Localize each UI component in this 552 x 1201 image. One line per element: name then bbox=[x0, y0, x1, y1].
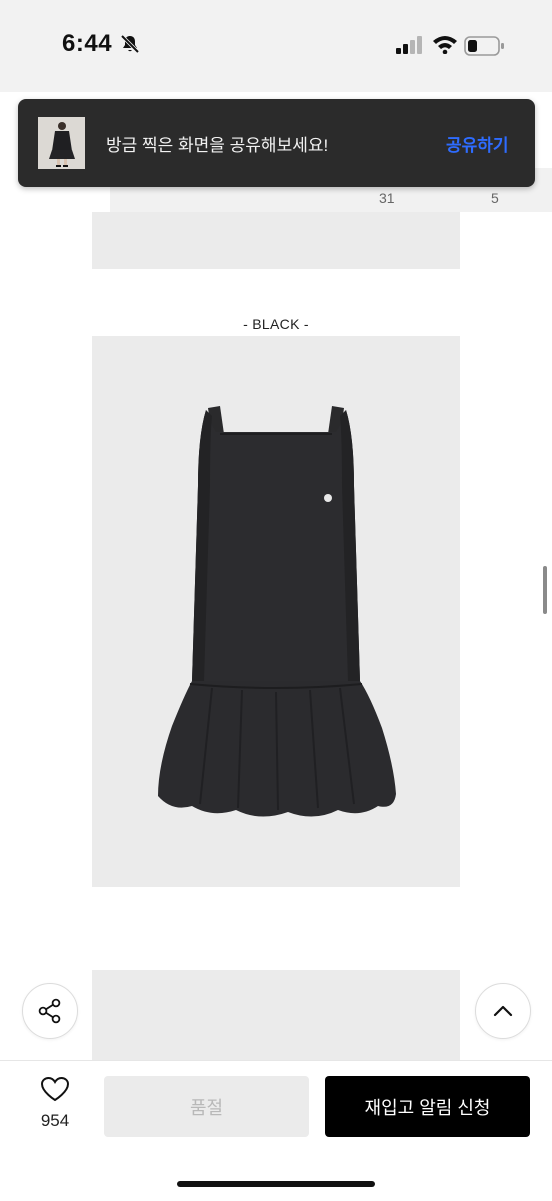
status-bar: 6:44 bbox=[0, 0, 552, 92]
share-icon bbox=[38, 998, 61, 1024]
heart-icon bbox=[40, 1076, 70, 1102]
thumbnail-image bbox=[38, 117, 85, 169]
share-button[interactable] bbox=[22, 983, 78, 1039]
bell-muted-icon bbox=[120, 34, 140, 54]
restock-alert-button[interactable]: 재입고 알림 신청 bbox=[325, 1076, 530, 1137]
size-table-cell: 5 bbox=[491, 190, 499, 206]
scrollbar[interactable] bbox=[543, 566, 547, 614]
toast-share-button[interactable]: 공유하기 bbox=[446, 131, 509, 156]
wifi-icon bbox=[433, 36, 457, 54]
image-placeholder bbox=[92, 212, 460, 269]
like-button[interactable]: 954 bbox=[24, 1076, 86, 1131]
signal-icon bbox=[396, 36, 422, 54]
status-time: 6:44 bbox=[62, 30, 113, 57]
chevron-up-icon bbox=[493, 1005, 513, 1017]
toast-message: 방금 찍은 화면을 공유해보세요! bbox=[106, 136, 329, 155]
soldout-button: 품절 bbox=[104, 1076, 309, 1137]
home-indicator bbox=[177, 1181, 375, 1187]
dress-illustration bbox=[158, 406, 396, 817]
image-placeholder bbox=[92, 970, 460, 1060]
size-table-cell: 31 bbox=[379, 190, 395, 206]
color-label: - BLACK - bbox=[243, 316, 309, 332]
scroll-to-top-button[interactable] bbox=[475, 983, 531, 1039]
like-count: 954 bbox=[40, 1111, 70, 1130]
share-toast: 방금 찍은 화면을 공유해보세요! 공유하기 bbox=[18, 99, 535, 187]
battery-icon bbox=[464, 36, 504, 56]
toast-thumbnail bbox=[38, 117, 85, 169]
product-image bbox=[92, 336, 460, 887]
